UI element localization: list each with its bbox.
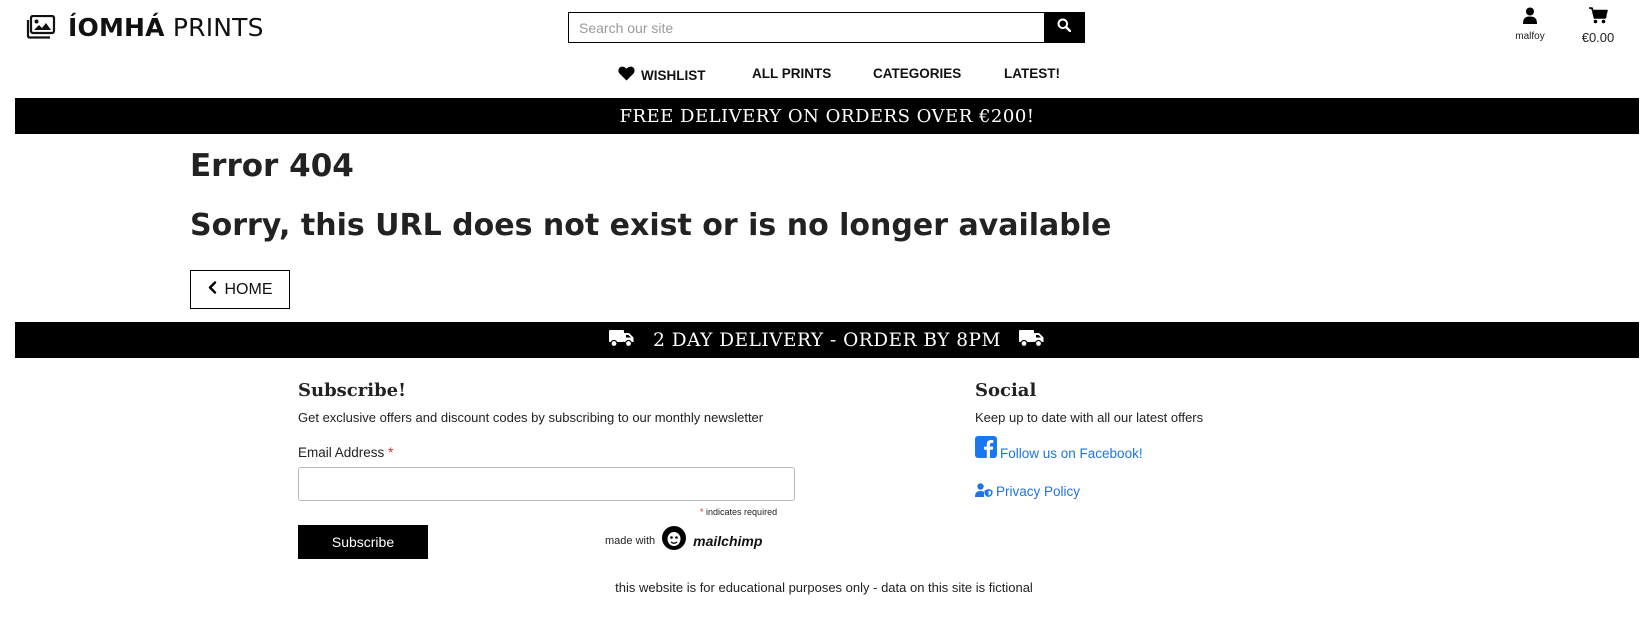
truck-icon: [1018, 328, 1045, 353]
mailchimp-logo-icon: [661, 525, 687, 556]
site-logo[interactable]: ÍOMHÁ PRINTS: [26, 12, 264, 42]
cart-total: €0.00: [1581, 30, 1615, 45]
required-note-star: *: [700, 507, 704, 517]
main-nav: WISHLIST ALL PRINTS CATEGORIES LATEST!: [0, 66, 1648, 88]
facebook-icon: [975, 436, 997, 461]
truck-icon: [609, 328, 635, 353]
subscribe-title: Subscribe!: [298, 380, 407, 401]
nav-latest[interactable]: LATEST!: [1004, 66, 1060, 81]
free-delivery-text: FREE DELIVERY ON ORDERS OVER €200!: [619, 105, 1035, 127]
social-title: Social: [975, 380, 1037, 401]
nav-all-prints[interactable]: ALL PRINTS: [752, 66, 831, 81]
home-button[interactable]: HOME: [190, 270, 290, 309]
social-description: Keep up to date with all our latest offe…: [975, 410, 1204, 425]
account-menu[interactable]: malfoy: [1513, 7, 1547, 42]
account-username: malfoy: [1515, 31, 1545, 42]
search-icon: [1057, 18, 1072, 37]
search-button[interactable]: [1044, 13, 1084, 42]
nav-all-prints-label: ALL PRINTS: [752, 66, 832, 81]
home-button-label: HOME: [224, 280, 273, 298]
nav-wishlist[interactable]: WISHLIST: [618, 66, 706, 84]
privacy-policy-link[interactable]: Privacy Policy: [975, 483, 1080, 500]
email-field[interactable]: [298, 467, 795, 501]
email-label: Email Address *: [298, 445, 393, 460]
search-bar: [568, 12, 1085, 43]
error-code: Error 404: [190, 148, 354, 184]
logo-brand-light: PRINTS: [172, 12, 264, 42]
subscribe-description: Get exclusive offers and discount codes …: [298, 410, 764, 425]
cart-icon: [1588, 7, 1608, 28]
subscribe-button[interactable]: Subscribe: [298, 525, 428, 559]
logo-brand-strong: ÍOMHÁ: [68, 12, 165, 42]
email-label-text: Email Address: [298, 445, 385, 460]
user-shield-icon: [975, 483, 993, 500]
error-message: Sorry, this URL does not exist or is no …: [190, 208, 1112, 243]
required-note-text: indicates required: [706, 507, 778, 517]
nav-categories[interactable]: CATEGORIES: [873, 66, 961, 81]
nav-latest-label: LATEST!: [1004, 66, 1060, 81]
required-star: *: [388, 445, 394, 460]
made-with-text: made with: [605, 534, 656, 547]
heart-icon: [618, 66, 635, 84]
facebook-link[interactable]: Follow us on Facebook!: [975, 436, 1143, 461]
logo-text: ÍOMHÁ PRINTS: [68, 13, 264, 42]
photo-gallery-icon: [26, 15, 56, 39]
disclaimer-text: this website is for educational purposes…: [615, 580, 1033, 595]
privacy-policy-label: Privacy Policy: [996, 484, 1081, 499]
required-note: * indicates required: [700, 507, 777, 517]
search-input[interactable]: [569, 13, 1044, 42]
user-icon: [1522, 7, 1538, 28]
delivery-text: 2 DAY DELIVERY - ORDER BY 8PM: [653, 329, 1001, 351]
shopping-bag[interactable]: €0.00: [1576, 7, 1620, 45]
mailchimp-badge[interactable]: made with mailchimp: [605, 525, 762, 556]
nav-wishlist-label: WISHLIST: [641, 67, 706, 83]
chevron-left-icon: [208, 280, 217, 299]
mailchimp-brand: mailchimp: [693, 532, 763, 549]
facebook-link-label: Follow us on Facebook!: [1000, 446, 1143, 461]
free-delivery-banner: FREE DELIVERY ON ORDERS OVER €200!: [15, 98, 1639, 134]
delivery-banner: 2 DAY DELIVERY - ORDER BY 8PM: [15, 322, 1639, 358]
nav-categories-label: CATEGORIES: [873, 66, 962, 81]
